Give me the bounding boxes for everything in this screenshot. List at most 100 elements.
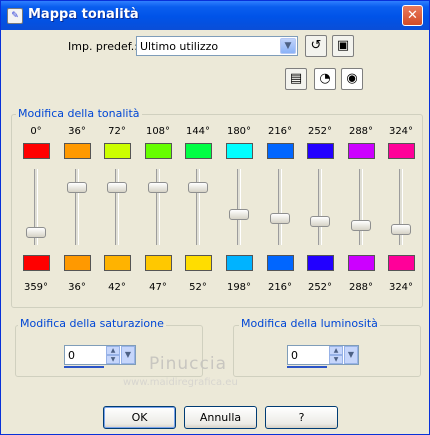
hue-target-angle: 47° xyxy=(149,282,167,293)
hue-source-swatch xyxy=(23,143,50,159)
save-preset-icon: ▣ xyxy=(336,38,350,53)
close-button[interactable]: ✕ xyxy=(402,5,423,26)
down-arrow-icon[interactable]: ▼ xyxy=(106,355,120,364)
hue-source-swatch xyxy=(64,143,91,159)
help-button[interactable]: ? xyxy=(265,406,338,429)
hue-source-swatch xyxy=(307,143,334,159)
hue-target-angle: 324° xyxy=(388,282,414,293)
hue-target-angle: 252° xyxy=(307,282,333,293)
hue-slider-track[interactable] xyxy=(156,169,160,245)
hue-target-swatch xyxy=(388,255,415,271)
hue-target-swatch xyxy=(185,255,212,271)
auto-proof-button[interactable]: ◔ xyxy=(314,68,336,90)
hue-slider-thumb[interactable] xyxy=(270,213,290,224)
hue-target-angle: 42° xyxy=(108,282,126,293)
hue-source-angle: 0° xyxy=(30,126,42,137)
hue-target-swatch xyxy=(267,255,294,271)
hue-slider-thumb[interactable] xyxy=(310,216,330,227)
hue-target-swatch xyxy=(23,255,50,271)
hue-source-angle: 288° xyxy=(348,126,374,137)
hue-target-angle: 198° xyxy=(226,282,252,293)
proof-button[interactable]: ◉ xyxy=(341,68,363,90)
saturation-value[interactable]: 0 xyxy=(68,349,75,362)
auto-proof-eye-icon: ◔ xyxy=(319,71,331,86)
hue-target-angle: 36° xyxy=(68,282,86,293)
luminosity-group-title: Modifica della luminosità xyxy=(239,317,380,330)
hue-target-angle: 288° xyxy=(348,282,374,293)
luminosity-stepper[interactable]: ▲ ▼ xyxy=(329,346,343,364)
hue-slider-thumb[interactable] xyxy=(188,182,208,193)
watermark-name: Pinuccia xyxy=(149,354,227,374)
hue-source-swatch xyxy=(185,143,212,159)
hue-target-swatch xyxy=(348,255,375,271)
preset-dropdown[interactable]: Ultimo utilizzo ▼ xyxy=(136,36,298,56)
hue-slider-thumb[interactable] xyxy=(391,224,411,235)
hue-source-angle: 324° xyxy=(388,126,414,137)
hue-target-swatch xyxy=(145,255,172,271)
saturation-slider-dropdown-icon[interactable]: ▼ xyxy=(121,346,135,364)
hue-target-angle: 359° xyxy=(23,282,49,293)
hue-source-swatch xyxy=(145,143,172,159)
saturation-indicator xyxy=(64,366,104,368)
title-bar[interactable]: ✎ Mappa tonalità ✕ xyxy=(1,1,429,30)
hue-slider-track[interactable] xyxy=(237,169,241,245)
up-arrow-icon[interactable]: ▲ xyxy=(106,346,120,355)
hue-target-angle: 52° xyxy=(189,282,207,293)
preset-label: Imp. predef.: xyxy=(68,40,138,53)
hue-source-angle: 36° xyxy=(68,126,86,137)
preview-window-button[interactable]: ▤ xyxy=(285,68,307,90)
app-icon: ✎ xyxy=(7,8,23,24)
luminosity-slider-dropdown-icon[interactable]: ▼ xyxy=(344,346,358,364)
hue-source-swatch xyxy=(226,143,253,159)
hue-target-swatch xyxy=(307,255,334,271)
saturation-spinner[interactable]: 0 ▲ ▼ ▼ xyxy=(64,345,136,365)
luminosity-spinner[interactable]: 0 ▲ ▼ ▼ xyxy=(287,345,359,365)
hue-slider-thumb[interactable] xyxy=(351,220,371,231)
hue-source-angle: 180° xyxy=(226,126,252,137)
hue-target-swatch xyxy=(104,255,131,271)
save-preset-button[interactable]: ▣ xyxy=(332,35,354,57)
up-arrow-icon[interactable]: ▲ xyxy=(329,346,343,355)
close-icon: ✕ xyxy=(407,8,418,23)
hue-slider-track[interactable] xyxy=(278,169,282,245)
luminosity-value[interactable]: 0 xyxy=(291,349,298,362)
hue-source-swatch xyxy=(104,143,131,159)
hue-target-swatch xyxy=(226,255,253,271)
hue-slider-thumb[interactable] xyxy=(107,182,127,193)
cancel-button[interactable]: Annulla xyxy=(184,406,257,429)
hue-target-swatch xyxy=(64,255,91,271)
reset-button[interactable]: ↺ xyxy=(305,35,327,57)
ok-button[interactable]: OK xyxy=(103,406,176,429)
watermark-url: www.maidiregrafica.eu xyxy=(123,377,238,388)
hue-source-swatch xyxy=(267,143,294,159)
hue-slider-thumb[interactable] xyxy=(148,182,168,193)
dialog-window: ✎ Mappa tonalità ✕ Imp. predef.: Ultimo … xyxy=(0,0,430,435)
hue-slider-thumb[interactable] xyxy=(229,209,249,220)
hue-group-title: Modifica della tonalità xyxy=(16,107,142,120)
hue-source-swatch xyxy=(348,143,375,159)
hue-source-angle: 252° xyxy=(307,126,333,137)
hue-slider-track[interactable] xyxy=(75,169,79,245)
saturation-group-title: Modifica della saturazione xyxy=(18,317,166,330)
hue-slider-thumb[interactable] xyxy=(67,182,87,193)
hue-slider-track[interactable] xyxy=(318,169,322,245)
luminosity-indicator xyxy=(287,366,327,368)
saturation-stepper[interactable]: ▲ ▼ xyxy=(106,346,120,364)
hue-slider-track[interactable] xyxy=(196,169,200,245)
hue-slider-track[interactable] xyxy=(115,169,119,245)
hue-source-angle: 72° xyxy=(108,126,126,137)
preview-window-icon: ▤ xyxy=(289,71,303,86)
down-arrow-icon[interactable]: ▼ xyxy=(329,355,343,364)
hue-slider-track[interactable] xyxy=(359,169,363,245)
window-title: Mappa tonalità xyxy=(28,7,139,22)
proof-eye-icon: ◉ xyxy=(346,71,358,86)
hue-source-angle: 144° xyxy=(185,126,211,137)
hue-source-swatch xyxy=(388,143,415,159)
reset-icon: ↺ xyxy=(310,38,322,53)
hue-source-angle: 216° xyxy=(267,126,293,137)
hue-target-angle: 216° xyxy=(267,282,293,293)
hue-source-angle: 108° xyxy=(145,126,171,137)
preset-value: Ultimo utilizzo xyxy=(140,40,219,53)
hue-slider-thumb[interactable] xyxy=(26,227,46,238)
chevron-down-icon[interactable]: ▼ xyxy=(280,38,296,54)
